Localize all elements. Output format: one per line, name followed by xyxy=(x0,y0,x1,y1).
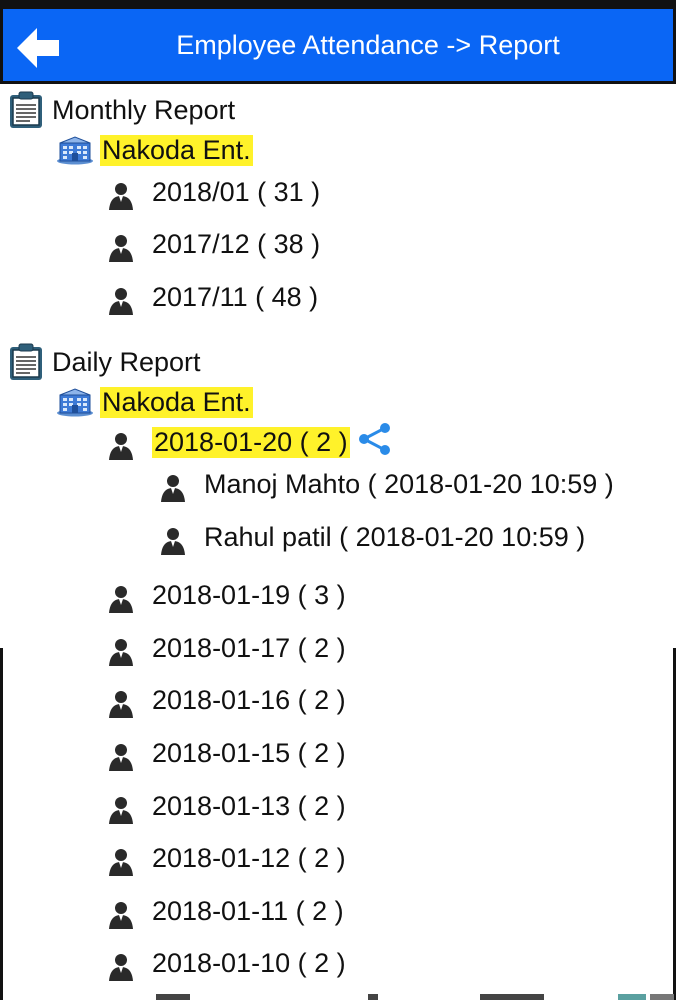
person-icon xyxy=(106,181,136,211)
tree-node-day[interactable]: 2018-01-15 ( 2 ) xyxy=(106,727,346,779)
tree-node-label: Monthly Report xyxy=(52,94,236,125)
tree-node-day[interactable]: 2018-01-16 ( 2 ) xyxy=(106,674,346,726)
day-label: 2018-01-17 ( 2 ) xyxy=(152,632,346,663)
employee-label: Rahul patil ( 2018-01-20 10:59 ) xyxy=(204,521,586,552)
day-label: 2018-01-10 ( 2 ) xyxy=(152,947,346,978)
page-title: Employee Attendance -> Report xyxy=(176,30,560,60)
person-icon xyxy=(106,286,136,316)
app-bar: Employee Attendance -> Report xyxy=(0,6,676,84)
tree-node-employee[interactable]: Rahul patil ( 2018-01-20 10:59 ) xyxy=(158,511,585,563)
clipboard-icon xyxy=(6,90,46,130)
month-label: 2018/01 ( 31 ) xyxy=(152,176,321,207)
person-icon xyxy=(106,795,136,825)
tree-node-month[interactable]: 2017/12 ( 38 ) xyxy=(106,218,320,270)
screen: Employee Attendance -> Report Monthly Re… xyxy=(0,0,676,1000)
tree-node-day[interactable]: 2018-01-17 ( 2 ) xyxy=(106,622,346,674)
share-icon[interactable] xyxy=(356,422,394,456)
clipboard-icon xyxy=(6,342,46,382)
tree-node-month[interactable]: 2018/01 ( 31 ) xyxy=(106,166,320,218)
person-icon xyxy=(158,526,188,556)
day-label: 2018-01-19 ( 3 ) xyxy=(152,579,346,610)
tree-node-day[interactable]: 2018-01-10 ( 2 ) xyxy=(106,937,346,989)
tree-node-day[interactable]: 2018-01-19 ( 3 ) xyxy=(106,569,346,621)
building-icon xyxy=(56,387,94,417)
tree-node-day[interactable]: 2018-01-11 ( 2 ) xyxy=(106,885,344,937)
day-label: 2018-01-12 ( 2 ) xyxy=(152,842,346,873)
person-icon xyxy=(106,689,136,719)
bottom-ad-strip xyxy=(0,994,676,1000)
month-label: 2017/11 ( 48 ) xyxy=(152,281,319,312)
person-icon xyxy=(158,473,188,503)
tree-node-employee[interactable]: Manoj Mahto ( 2018-01-20 10:59 ) xyxy=(158,458,614,510)
frame-border-left xyxy=(0,648,3,1000)
day-label: 2018-01-15 ( 2 ) xyxy=(152,737,346,768)
tree-node-month[interactable]: 2017/11 ( 48 ) xyxy=(106,271,318,323)
building-icon xyxy=(56,135,94,165)
person-icon xyxy=(106,584,136,614)
day-label: 2018-01-13 ( 2 ) xyxy=(152,790,346,821)
tree-node-label: Daily Report xyxy=(52,346,201,377)
company-label: Nakoda Ent. xyxy=(100,386,253,418)
person-icon xyxy=(106,900,136,930)
employee-label: Manoj Mahto ( 2018-01-20 10:59 ) xyxy=(204,468,614,499)
tree-node-day[interactable]: 2018-01-13 ( 2 ) xyxy=(106,780,346,832)
month-label: 2017/12 ( 38 ) xyxy=(152,228,321,259)
day-label: 2018-01-11 ( 2 ) xyxy=(152,895,344,926)
back-button[interactable] xyxy=(13,23,63,73)
person-icon xyxy=(106,431,136,461)
company-label: Nakoda Ent. xyxy=(100,134,253,166)
person-icon xyxy=(106,233,136,263)
person-icon xyxy=(106,742,136,772)
tree-node-day[interactable]: 2018-01-12 ( 2 ) xyxy=(106,832,346,884)
day-label: 2018-01-16 ( 2 ) xyxy=(152,684,346,715)
person-icon xyxy=(106,847,136,877)
person-icon xyxy=(106,637,136,667)
arrow-left-icon xyxy=(17,28,59,68)
person-icon xyxy=(106,952,136,982)
day-label: 2018-01-20 ( 2 ) xyxy=(152,426,350,458)
